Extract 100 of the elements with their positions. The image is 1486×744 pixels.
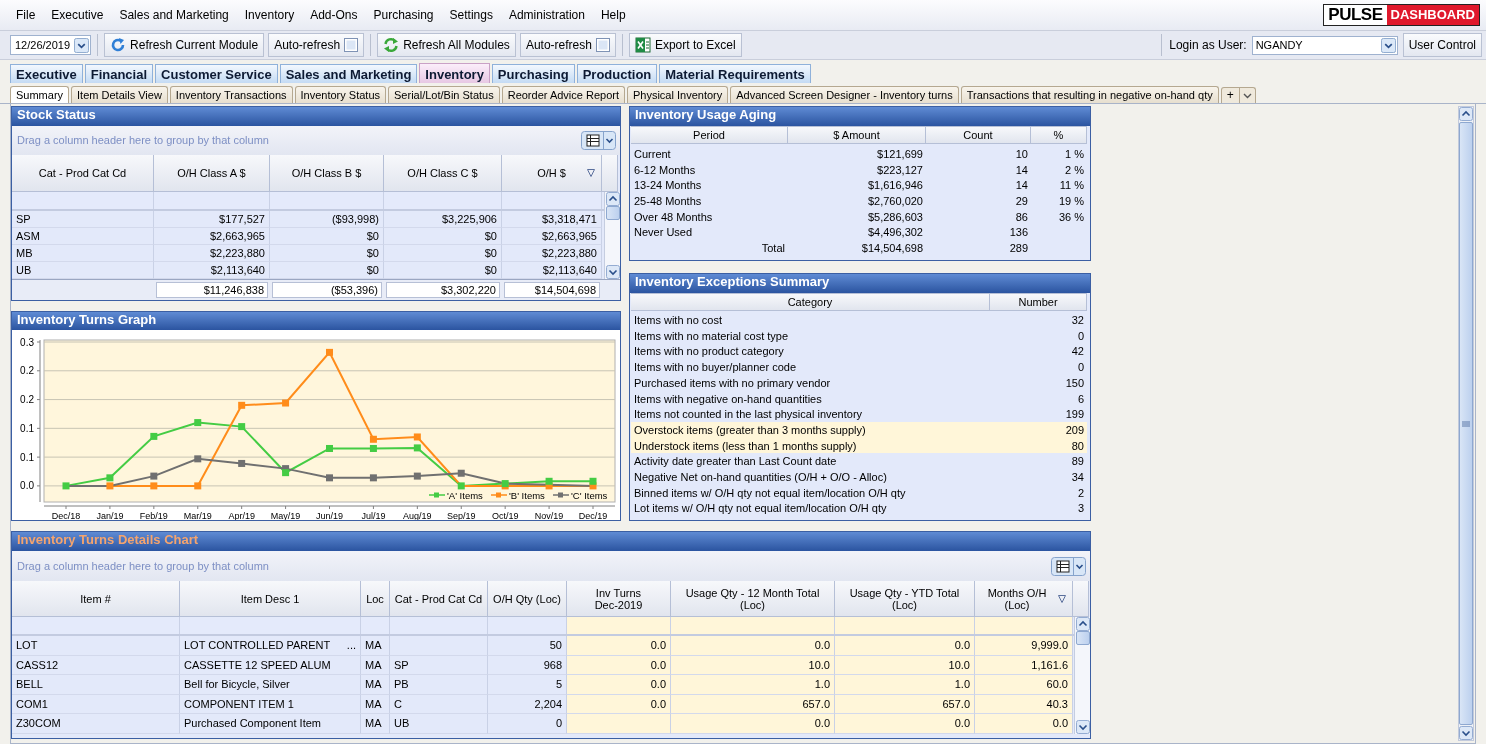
column-header[interactable]: Period (631, 126, 788, 144)
table-cell: Overstock items (greater than 3 months supply) (631, 422, 990, 438)
sub-tab[interactable]: Reorder Advice Report (501, 86, 625, 103)
column-header[interactable]: Item Desc 1 (180, 581, 361, 617)
table-cell: PB (390, 675, 488, 695)
column-header[interactable]: O/H Class A $ (154, 155, 270, 192)
table-cell-text: 199 (1064, 407, 1085, 423)
column-header[interactable]: Category (631, 293, 990, 312)
column-header[interactable]: Loc (361, 581, 390, 617)
column-header[interactable]: Usage Qty - YTD Total (Loc) (835, 581, 975, 617)
table-cell-text: 14 (1014, 178, 1029, 194)
column-header[interactable]: Cat - Prod Cat Cd (390, 581, 488, 617)
table-cell-text: Lot items w/ O/H qty not equal item/location O/H qty (633, 501, 888, 517)
table-cell-text: 34 (1070, 469, 1085, 485)
module-tab[interactable]: Financial (84, 64, 154, 83)
table-cell-text: 25-48 Months (633, 193, 703, 209)
menu-item[interactable]: Purchasing (365, 6, 442, 24)
column-header[interactable]: Cat - Prod Cat Cd (12, 155, 154, 192)
column-header[interactable]: Item # (12, 581, 180, 617)
auto-refresh-toggle[interactable]: Auto-refresh (519, 33, 616, 57)
column-header[interactable]: Number (990, 293, 1087, 312)
table-cell: 0.0 (567, 636, 671, 656)
table-cell: 1.0 (835, 675, 975, 695)
table-cell-text: 36 % (1057, 209, 1085, 225)
export-button[interactable]: Export to Excel (628, 33, 742, 57)
table-cell-text: $14,504,698 (860, 240, 924, 256)
table-cell-text: $2,760,020 (866, 193, 924, 209)
sub-tab[interactable]: Advanced Screen Designer - Inventory turns (730, 86, 959, 103)
sub-tab[interactable]: Serial/Lot/Bin Status (388, 86, 500, 103)
table-cell: $0 (384, 228, 502, 245)
table-cell-text: 6-12 Months (633, 162, 697, 178)
user-control-button[interactable]: User Control (1402, 33, 1482, 57)
table-cell-text: 0 (1076, 360, 1085, 375)
table-cell: $0 (270, 245, 384, 262)
module-tab[interactable]: Inventory (419, 63, 490, 83)
axis-label: Dec/18 (51, 511, 81, 520)
table-cell-text: Current (633, 146, 672, 162)
column-header[interactable]: Inv Turns Dec-2019 (567, 581, 671, 617)
table-cell: $0 (384, 245, 502, 262)
table-cell-text: Items with no material cost type (633, 328, 790, 344)
column-header[interactable]: O/H Class B $ (270, 155, 384, 192)
table-cell: COM1 (12, 694, 180, 714)
table-cell-text: $1,616,946 (866, 178, 924, 194)
table-cell-text: 0 (1076, 328, 1085, 344)
table-cell-text: Items not counted in the last physical inventory (633, 407, 864, 423)
sub-tab[interactable]: Inventory Status (294, 86, 386, 103)
column-header[interactable]: $ Amount (788, 126, 926, 144)
module-tab[interactable]: Customer Service (155, 64, 278, 83)
sub-tab[interactable]: Item Details View (71, 86, 168, 103)
column-header[interactable]: O/H Qty (Loc) (488, 581, 567, 617)
table-cell-text: 89 (1070, 454, 1085, 470)
module-tab[interactable]: Production (576, 64, 658, 83)
menu-item[interactable]: Sales and Marketing (111, 6, 237, 24)
table-cell-text: 3 (1076, 501, 1085, 517)
table-cell: 0.0 (567, 655, 671, 675)
module-tab[interactable]: Executive (10, 64, 83, 83)
axis-label: Jan/19 (96, 511, 124, 520)
menu-item[interactable]: File (8, 6, 44, 24)
date-field[interactable]: 12/26/2019 (10, 35, 92, 55)
ellipsis-button[interactable]: ... (340, 639, 356, 652)
column-header[interactable]: O/H $ (502, 155, 602, 192)
auto-refresh-toggle[interactable]: Auto-refresh (268, 33, 365, 57)
menu-item[interactable]: Settings (441, 6, 501, 24)
table-cell: CASSETTE 12 SPEED ALUM (180, 655, 361, 675)
menu-item[interactable]: Executive (43, 6, 112, 24)
table-cell: SP (12, 211, 154, 228)
legend-label: 'A' Items (447, 489, 483, 501)
column-header[interactable]: O/H Class C $ (384, 155, 502, 192)
menu-item[interactable]: Add-Ons (302, 6, 366, 24)
sub-tab[interactable]: Summary (10, 86, 70, 103)
table-cell-text: Over 48 Months (633, 209, 714, 225)
axis-label: Mar/19 (183, 511, 212, 520)
menu-item[interactable]: Administration (500, 6, 593, 24)
column-header[interactable]: Count (926, 126, 1031, 144)
user-field[interactable]: NGANDY (1251, 35, 1398, 55)
table-cell: 9,999.0 (975, 636, 1073, 656)
refresh-all-button[interactable]: Refresh All Modules (377, 33, 516, 57)
column-header[interactable]: % (1031, 126, 1087, 144)
table-cell: 10.0 (671, 655, 835, 675)
refresh-current-button[interactable]: Refresh Current Module (104, 33, 265, 57)
total-cell: ($53,396) (272, 282, 382, 298)
legend-label: 'B' Items (509, 489, 545, 501)
table-cell-text: Items with no product category (633, 344, 785, 360)
table-cell-text: $121,699 (876, 146, 924, 162)
axis-label: Sep/19 (447, 511, 476, 520)
sub-tab[interactable]: Physical Inventory (626, 86, 729, 103)
column-header[interactable]: Months O/H (Loc) (975, 581, 1073, 617)
table-cell-text: 11 % (1058, 178, 1085, 194)
column-header[interactable]: Usage Qty - 12 Month Total (Loc) (671, 581, 835, 617)
menu-item[interactable]: Help (592, 6, 634, 24)
sub-tab[interactable]: Transactions that resulting in negative on-hand qty (960, 86, 1219, 103)
table-cell-text: 6 (1076, 391, 1085, 407)
module-tab[interactable]: Purchasing (491, 64, 575, 83)
module-tab[interactable]: Material Requirements (659, 64, 811, 83)
menu-item[interactable]: Inventory (236, 6, 303, 24)
axis-label: Dec/19 (578, 511, 608, 520)
module-tab[interactable]: Sales and Marketing (279, 64, 418, 83)
sub-tab[interactable]: Inventory Transactions (169, 86, 293, 103)
table-cell-text: 136 (1008, 225, 1029, 241)
table-cell: MA (361, 636, 390, 656)
